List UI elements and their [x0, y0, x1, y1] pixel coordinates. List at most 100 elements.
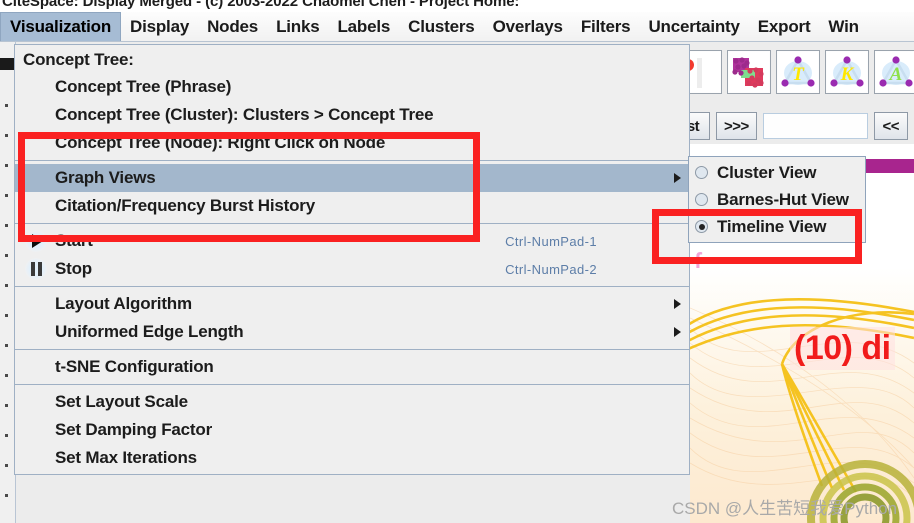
submenu-item-barnes-hut-view[interactable]: Barnes-Hut View	[689, 186, 865, 213]
submenu-item-cluster-view[interactable]: Cluster View	[689, 159, 865, 186]
menu-item-concept-tree-cluster[interactable]: Concept Tree (Cluster): Clusters > Conce…	[15, 101, 689, 129]
menu-item-shortcut: Ctrl-NumPad-1	[505, 233, 597, 249]
pink-swirl-glyph: ʃ	[694, 248, 702, 268]
radio-button-selected-icon[interactable]	[695, 220, 708, 233]
menu-item-label: Set Damping Factor	[55, 420, 212, 439]
menu-item-label: t-SNE Configuration	[55, 357, 214, 376]
cluster-map-icon	[729, 51, 769, 92]
keyword-k-icon-button[interactable]: K	[825, 49, 869, 94]
menu-uncertainty[interactable]: Uncertainty	[639, 12, 748, 41]
visualization-dropdown-menu: Concept Tree: Concept Tree (Phrase) Conc…	[14, 44, 690, 475]
keyword-k-icon: K	[827, 51, 867, 92]
menu-item-label: Concept Tree (Phrase)	[55, 77, 232, 96]
author-a-icon-button[interactable]: A	[874, 49, 914, 94]
menu-item-label: Layout Algorithm	[55, 294, 192, 313]
toolbar-icon-row: T K A	[672, 43, 914, 100]
menu-item-label: Set Max Iterations	[55, 448, 197, 467]
menu-filters[interactable]: Filters	[572, 12, 640, 41]
left-strip-tick	[5, 104, 8, 107]
left-strip-tick	[5, 194, 8, 197]
submenu-item-label: Cluster View	[717, 162, 817, 182]
menu-separator	[15, 286, 689, 287]
menu-item-concept-tree-node[interactable]: Concept Tree (Node): Right Click on Node	[15, 129, 689, 157]
menu-item-label: Graph Views	[55, 168, 156, 187]
menu-item-label: Start	[55, 231, 93, 250]
menu-item-set-layout-scale[interactable]: Set Layout Scale	[15, 388, 689, 416]
chevron-right-icon	[674, 299, 681, 309]
timeline-t-icon: T	[778, 51, 818, 92]
play-icon	[23, 229, 49, 253]
menu-item-stop[interactable]: Stop Ctrl-NumPad-2	[15, 255, 689, 283]
window-title: CiteSpace: Display Merged - (c) 2003-202…	[2, 0, 520, 10]
menu-item-concept-tree-phrase[interactable]: Concept Tree (Phrase)	[15, 73, 689, 101]
left-strip-tick	[5, 224, 8, 227]
menu-export[interactable]: Export	[749, 12, 820, 41]
menu-links[interactable]: Links	[267, 12, 328, 41]
back-button[interactable]: <<	[873, 112, 908, 140]
left-strip-tick	[5, 344, 8, 347]
cluster-label: (10) di	[790, 327, 895, 370]
network-graph	[690, 268, 914, 523]
menu-bar: Visualization Display Nodes Links Labels…	[0, 12, 914, 42]
menu-item-label: Concept Tree (Node): Right Click on Node	[55, 133, 386, 152]
forward-button[interactable]: >>>	[716, 112, 757, 140]
cluster-map-icon-button[interactable]	[727, 49, 771, 94]
menu-item-citation-frequency-burst-history[interactable]: Citation/Frequency Burst History	[15, 192, 689, 220]
application-window: ʃ (10) di CSDN @人生苦短我爱Python T K A st >>…	[0, 0, 914, 523]
author-a-icon: A	[876, 51, 914, 92]
menu-separator	[15, 349, 689, 350]
menu-nodes[interactable]: Nodes	[198, 12, 267, 41]
chevron-right-icon	[674, 173, 681, 183]
window-title-bar: CiteSpace: Display Merged - (c) 2003-202…	[0, 0, 914, 10]
radio-button-icon[interactable]	[695, 193, 708, 206]
svg-text:K: K	[840, 64, 855, 85]
menu-item-label: Citation/Frequency Burst History	[55, 196, 315, 215]
svg-text:T: T	[792, 64, 805, 85]
graph-views-submenu: Cluster View Barnes-Hut View Timeline Vi…	[688, 156, 866, 243]
chevron-right-icon	[674, 327, 681, 337]
menu-window[interactable]: Win	[819, 12, 867, 41]
left-strip-tick	[5, 284, 8, 287]
left-strip-tick	[5, 404, 8, 407]
watermark-text: CSDN @人生苦短我爱Python	[672, 499, 898, 518]
menu-item-label: Set Layout Scale	[55, 392, 188, 411]
menu-item-layout-algorithm[interactable]: Layout Algorithm	[15, 290, 689, 318]
menu-item-uniformed-edge-length[interactable]: Uniformed Edge Length	[15, 318, 689, 346]
timeline-t-icon-button[interactable]: T	[776, 49, 820, 94]
radio-button-icon[interactable]	[695, 166, 708, 179]
menu-item-label: Uniformed Edge Length	[55, 322, 244, 341]
left-strip-tick	[5, 164, 8, 167]
left-strip-tick	[5, 134, 8, 137]
menu-labels[interactable]: Labels	[328, 12, 399, 41]
menu-item-set-damping-factor[interactable]: Set Damping Factor	[15, 416, 689, 444]
menu-item-tsne-configuration[interactable]: t-SNE Configuration	[15, 353, 689, 381]
toolbar-text-field[interactable]	[762, 113, 868, 139]
left-strip-tick	[5, 434, 8, 437]
pause-icon	[23, 257, 49, 281]
submenu-item-label: Barnes-Hut View	[717, 189, 849, 209]
left-strip-tick	[5, 494, 8, 497]
toolbar-button-row: st >>> <<	[672, 108, 914, 144]
menu-item-graph-views[interactable]: Graph Views	[15, 164, 689, 192]
menu-overlays[interactable]: Overlays	[484, 12, 572, 41]
left-strip-tick	[5, 314, 8, 317]
menu-item-set-max-iterations[interactable]: Set Max Iterations	[15, 444, 689, 472]
menu-item-label: Stop	[55, 259, 92, 278]
left-strip-tick	[5, 254, 8, 257]
menu-visualization[interactable]: Visualization	[0, 12, 122, 41]
menu-separator	[15, 223, 689, 224]
submenu-item-timeline-view[interactable]: Timeline View	[689, 213, 865, 240]
menu-display[interactable]: Display	[121, 12, 198, 41]
menu-item-shortcut: Ctrl-NumPad-2	[505, 261, 597, 277]
menu-section-header-concept-tree: Concept Tree:	[23, 50, 134, 69]
svg-text:A: A	[889, 64, 903, 85]
visualization-canvas[interactable]	[690, 268, 914, 523]
menu-item-start[interactable]: Start Ctrl-NumPad-1	[15, 227, 689, 255]
left-strip-tick	[5, 374, 8, 377]
menu-item-label: Concept Tree (Cluster): Clusters > Conce…	[55, 105, 434, 124]
menu-separator	[15, 384, 689, 385]
menu-clusters[interactable]: Clusters	[399, 12, 483, 41]
left-strip-swatch	[0, 58, 14, 70]
submenu-item-label: Timeline View	[717, 216, 827, 236]
menu-separator	[15, 160, 689, 161]
